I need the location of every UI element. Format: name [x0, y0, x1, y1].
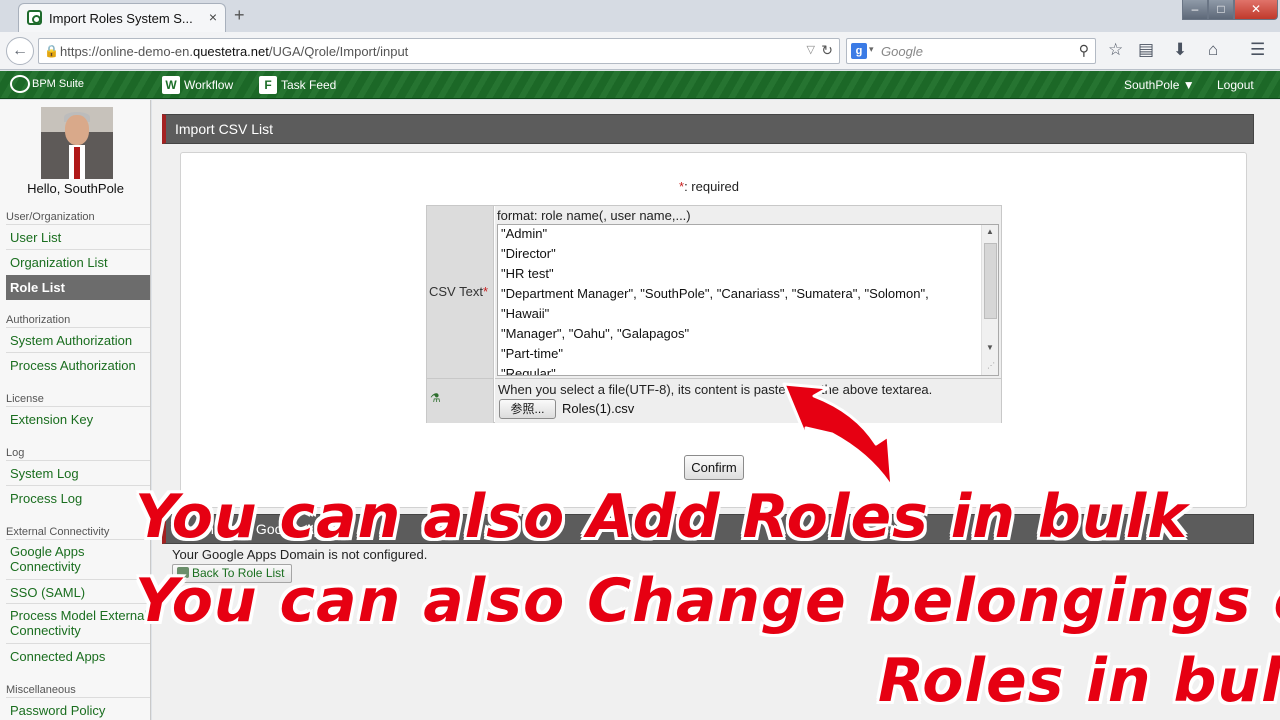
sidebar-item-role-list[interactable]: Role List: [6, 275, 150, 300]
tab-close-icon[interactable]: ×: [209, 9, 217, 25]
browse-file-button[interactable]: 参照...: [499, 399, 556, 419]
csv-line: "Director": [501, 246, 556, 261]
sidebar-item-process-log[interactable]: Process Log: [6, 485, 150, 510]
sidebar-item-process-model-external[interactable]: Process Model External Connectivity: [6, 603, 150, 642]
reading-list-icon[interactable]: ▤: [1138, 40, 1154, 60]
brand-logo[interactable]: BPM Suite: [10, 75, 84, 93]
section-license: License: [6, 393, 44, 405]
scroll-down-icon[interactable]: ▼: [986, 343, 994, 352]
import-form-panel: *: required CSV Text* format: role name(…: [180, 152, 1247, 508]
csv-line: "Part-time": [501, 346, 563, 361]
section-authorization: Authorization: [6, 314, 71, 326]
sidebar: Hello, SouthPole User/Organization User …: [0, 100, 151, 720]
sidebar-item-sso[interactable]: SSO (SAML): [6, 579, 150, 604]
greeting: Hello, SouthPole: [27, 181, 124, 196]
section-user-organization: User/Organization: [6, 211, 95, 223]
sidebar-item-extension-key[interactable]: Extension Key: [6, 406, 150, 431]
resize-grip-icon[interactable]: ⋰: [987, 361, 995, 370]
bookmark-star-icon[interactable]: ☆: [1108, 40, 1123, 60]
search-engine-dropdown-icon[interactable]: ▾: [869, 44, 874, 55]
lock-icon: 🔒: [44, 44, 59, 58]
csv-line: "Regular": [501, 366, 556, 376]
annotation-arrow-icon: [782, 382, 894, 490]
window-minimize-button[interactable]: –: [1182, 0, 1208, 20]
caption-change-belongings: You can also Change belongings of: [135, 566, 1280, 636]
scroll-thumb[interactable]: [984, 243, 997, 319]
sidebar-item-system-log[interactable]: System Log: [6, 460, 150, 485]
required-note: *: required: [679, 179, 739, 194]
csv-line: "Hawaii": [501, 306, 550, 321]
site-favicon-icon: [27, 10, 42, 25]
caption-add-roles: You can also Add Roles in bulk: [135, 482, 1189, 552]
sidebar-item-system-authorization[interactable]: System Authorization: [6, 327, 150, 352]
app-header: BPM Suite W Workflow F Task Feed SouthPole…: [0, 71, 1280, 99]
task-feed-icon: F: [259, 76, 277, 94]
flask-icon: ⚗: [430, 391, 441, 405]
sidebar-item-password-policy[interactable]: Password Policy: [6, 697, 150, 720]
avatar: [41, 107, 113, 179]
csv-text-label: CSV Text*: [429, 284, 489, 299]
nav-workflow[interactable]: W Workflow: [162, 76, 233, 94]
format-hint: format: role name(, user name,...): [497, 208, 691, 223]
browser-navbar: ← 🔒 https://online-demo-en.questetra.net…: [0, 32, 1280, 70]
home-icon[interactable]: ⌂: [1208, 40, 1218, 60]
textarea-scrollbar[interactable]: ▲ ▼ ⋰: [981, 225, 998, 375]
sidebar-item-process-authorization[interactable]: Process Authorization: [6, 352, 150, 377]
menu-icon[interactable]: ☰: [1250, 40, 1265, 60]
csv-line: "Admin": [501, 226, 548, 241]
google-icon: g: [851, 43, 867, 59]
tab-title: Import Roles System S...: [49, 11, 193, 26]
browser-tab-bar: Import Roles System S... × + – □ ✕: [0, 0, 1280, 32]
back-arrow-icon[interactable]: ←: [6, 37, 34, 65]
scroll-up-icon[interactable]: ▲: [986, 227, 994, 236]
browser-tab[interactable]: Import Roles System S... ×: [18, 3, 226, 32]
window-maximize-button[interactable]: □: [1208, 0, 1234, 20]
sidebar-item-connected-apps[interactable]: Connected Apps: [6, 643, 150, 668]
nav-task-feed[interactable]: F Task Feed: [259, 76, 336, 94]
download-icon[interactable]: ⬇: [1173, 40, 1187, 60]
url-dropdown-icon[interactable]: ▽: [807, 43, 815, 56]
csv-line: "Manager", "Oahu", "Galapagos": [501, 326, 690, 341]
new-tab-icon[interactable]: +: [234, 5, 245, 26]
user-menu[interactable]: SouthPole ▼: [1124, 78, 1195, 92]
page-title: Import CSV List: [162, 114, 1254, 144]
csv-line: "HR test": [501, 266, 554, 281]
selected-file-name: Roles(1).csv: [562, 401, 635, 416]
workflow-icon: W: [162, 76, 180, 94]
bpm-logo-icon: [10, 75, 30, 93]
sidebar-item-google-apps[interactable]: Google Apps Connectivity: [6, 539, 150, 578]
search-placeholder: Google: [881, 44, 923, 59]
caption-roles-in-bulk: Roles in bulk: [878, 646, 1280, 716]
section-log: Log: [6, 447, 25, 459]
csv-line: "Department Manager", "SouthPole", "Cana…: [501, 286, 929, 301]
confirm-button[interactable]: Confirm: [684, 455, 744, 480]
section-miscellaneous: Miscellaneous: [6, 684, 76, 696]
address-bar[interactable]: 🔒 https://online-demo-en.questetra.net/U…: [38, 38, 840, 64]
window-close-button[interactable]: ✕: [1234, 0, 1278, 20]
section-external-connectivity: External Connectivity: [6, 526, 110, 538]
csv-form-table: CSV Text* format: role name(, user name,…: [426, 205, 1002, 423]
url-text: https://online-demo-en.questetra.net/UGA…: [60, 44, 409, 59]
reload-icon[interactable]: ↻: [821, 42, 833, 59]
csv-textarea[interactable]: "Admin" "Director" "HR test" "Department…: [497, 224, 999, 376]
sidebar-item-organization-list[interactable]: Organization List: [6, 249, 150, 274]
logout-link[interactable]: Logout: [1217, 78, 1254, 92]
sidebar-item-user-list[interactable]: User List: [6, 224, 150, 249]
search-bar[interactable]: g ▾ Google ⚲: [846, 38, 1096, 64]
search-icon[interactable]: ⚲: [1079, 42, 1089, 59]
